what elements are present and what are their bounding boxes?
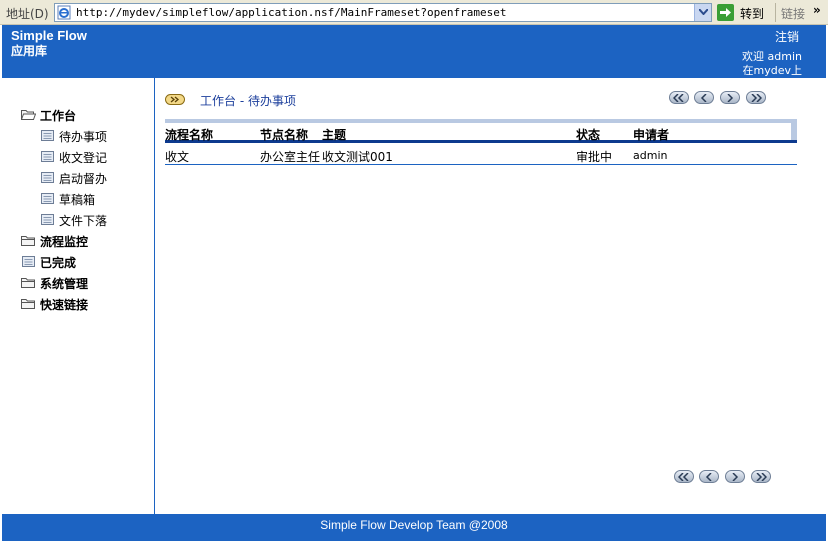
table-header-cap xyxy=(791,123,797,140)
column-status[interactable]: 状态 xyxy=(576,126,600,143)
pager-bottom xyxy=(674,470,774,484)
address-label: 地址(D) xyxy=(6,7,49,21)
next-page-button[interactable] xyxy=(725,470,745,483)
next-page-icon xyxy=(732,473,739,481)
content-panel: 工作台 - 待办事项 流程名称 节点名称 主题 状态 申请者 收文 办公室主任 xyxy=(155,78,826,514)
logout-link[interactable]: 注销 xyxy=(775,28,799,45)
folder-open-icon xyxy=(21,110,36,120)
prev-page-button[interactable] xyxy=(694,91,714,104)
nav-completed-label: 已完成 xyxy=(40,256,77,270)
cell-node-name: 办公室主任 xyxy=(260,150,321,164)
breadcrumb-separator: - xyxy=(236,94,248,108)
navigation-panel: 工作台 待办事项 收文登记 启动督办 草稿箱 文件下落 流程监控 已完成 系统管… xyxy=(2,78,155,514)
address-dropdown-button[interactable] xyxy=(694,4,711,21)
folder-icon xyxy=(21,236,35,246)
folder-icon xyxy=(21,299,35,309)
nav-quick-links-label: 快速链接 xyxy=(40,298,89,312)
table-row[interactable]: 收文 办公室主任 收文测试001 审批中 admin xyxy=(165,144,797,165)
chevron-down-icon xyxy=(699,9,708,15)
table-header: 流程名称 节点名称 主题 状态 申请者 xyxy=(165,123,797,143)
footer-text: Simple Flow Develop Team @2008 xyxy=(320,518,508,532)
column-node-name[interactable]: 节点名称 xyxy=(260,126,308,143)
cell-applicant: admin xyxy=(633,149,668,162)
ie-page-icon xyxy=(57,5,71,20)
breadcrumb: 工作台 - 待办事项 xyxy=(200,92,296,109)
nav-todo-label: 待办事项 xyxy=(59,130,108,144)
nav-drafts-label: 草稿箱 xyxy=(59,193,96,207)
last-page-icon xyxy=(756,473,767,481)
breadcrumb-current: 待办事项 xyxy=(247,94,296,108)
go-button[interactable]: 转到 xyxy=(716,3,772,22)
nav-system-admin-label: 系统管理 xyxy=(40,277,89,291)
document-icon xyxy=(41,130,54,141)
app-header: Simple Flow 应用库 注销 欢迎 admin 在mydev上 xyxy=(2,25,826,78)
nav-file-whereabouts-label: 文件下落 xyxy=(59,214,108,228)
prev-page-icon xyxy=(700,94,707,102)
address-input[interactable]: http://mydev/simpleflow/application.nsf/… xyxy=(54,3,712,22)
nav-start-supervision-label: 启动督办 xyxy=(59,172,108,186)
last-page-icon xyxy=(751,94,762,102)
prev-page-button[interactable] xyxy=(699,470,719,483)
next-page-button[interactable] xyxy=(720,91,740,104)
cell-subject[interactable]: 收文测试001 xyxy=(322,148,393,165)
cell-process-name[interactable]: 收文 xyxy=(165,148,189,165)
forward-arrows-icon xyxy=(165,94,185,105)
pager-top xyxy=(669,91,769,105)
last-page-button[interactable] xyxy=(751,470,771,483)
address-url[interactable]: http://mydev/simpleflow/application.nsf/… xyxy=(76,6,506,19)
app-footer: Simple Flow Develop Team @2008 xyxy=(2,514,826,541)
first-page-button[interactable] xyxy=(669,91,689,104)
folder-icon xyxy=(21,278,35,288)
nav-incoming-register-label: 收文登记 xyxy=(59,151,108,165)
toolbar-divider xyxy=(775,3,776,22)
server-text: 在mydev上 xyxy=(742,64,803,77)
cell-status: 审批中 xyxy=(576,150,613,164)
next-page-icon xyxy=(727,94,734,102)
first-page-button[interactable] xyxy=(674,470,694,483)
go-label: 转到 xyxy=(740,7,765,21)
go-arrow-icon xyxy=(717,4,734,21)
column-process-name[interactable]: 流程名称 xyxy=(165,126,213,143)
first-page-icon xyxy=(678,473,689,481)
nav-process-monitor-label: 流程监控 xyxy=(40,235,89,249)
links-button[interactable]: 链接 xyxy=(781,5,805,22)
more-chevron-icon[interactable]: » xyxy=(813,3,821,17)
column-applicant[interactable]: 申请者 xyxy=(633,126,669,143)
document-icon xyxy=(41,151,54,162)
last-page-button[interactable] xyxy=(746,91,766,104)
breadcrumb-root[interactable]: 工作台 xyxy=(200,94,236,108)
app-subtitle: 应用库 xyxy=(11,44,48,58)
app-title: Simple Flow xyxy=(11,28,87,43)
nav-workbench-label: 工作台 xyxy=(40,109,77,123)
column-subject[interactable]: 主题 xyxy=(322,126,346,143)
prev-page-icon xyxy=(705,473,712,481)
document-icon xyxy=(22,256,35,267)
document-icon xyxy=(41,172,54,183)
document-icon xyxy=(41,193,54,204)
first-page-icon xyxy=(673,94,684,102)
browser-address-bar: 地址(D) http://mydev/simpleflow/applicatio… xyxy=(0,0,828,25)
document-icon xyxy=(41,214,54,225)
